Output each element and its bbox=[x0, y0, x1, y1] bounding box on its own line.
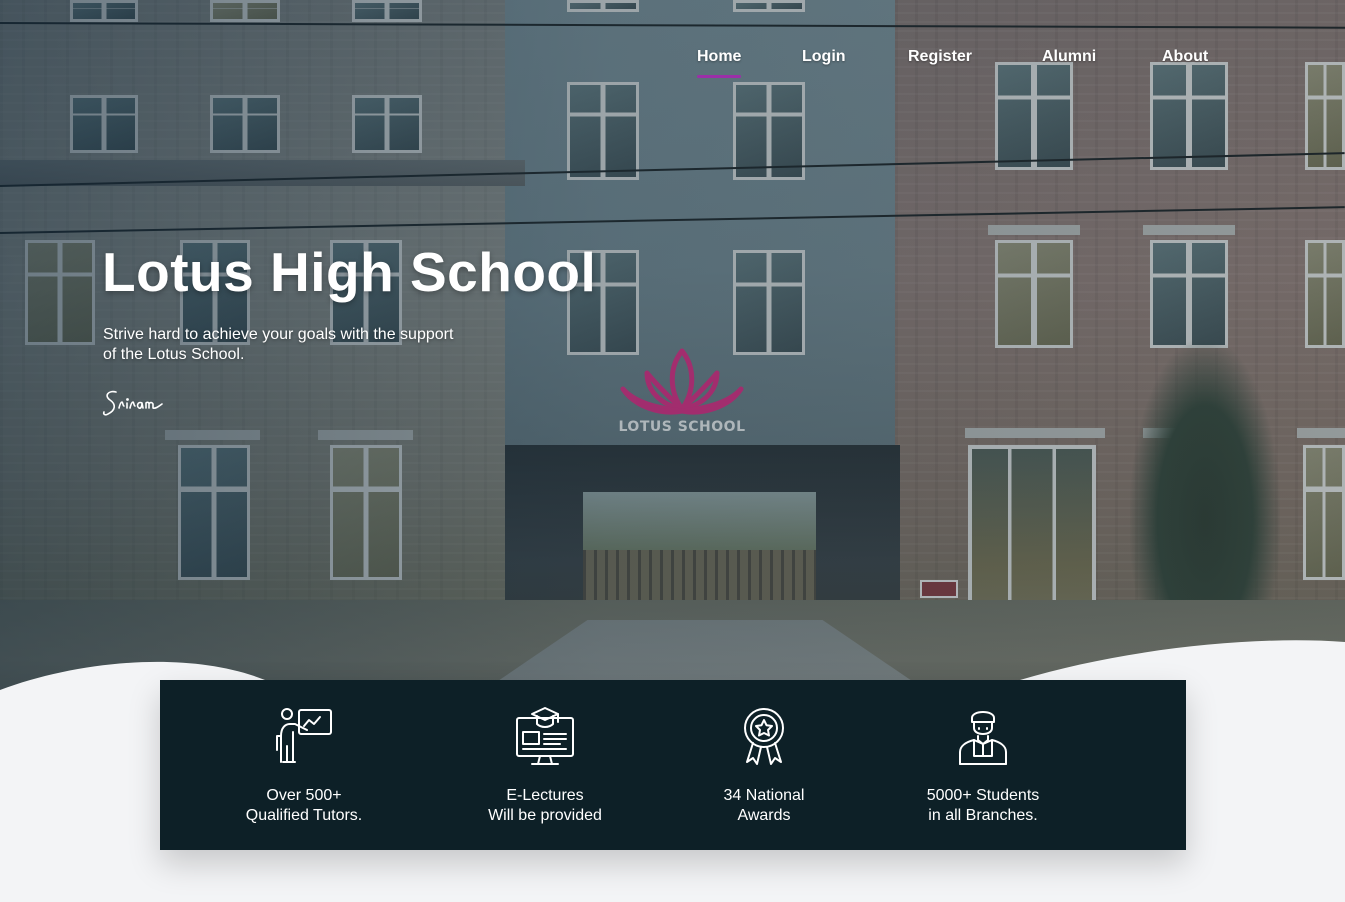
stat-electures: E-Lectures Will be provided bbox=[445, 680, 645, 850]
signature-sriram bbox=[102, 390, 163, 416]
lotus-icon bbox=[620, 348, 744, 415]
award-medal-icon bbox=[744, 708, 784, 765]
student-icon bbox=[959, 711, 1007, 765]
stat-awards-line1: 34 National bbox=[723, 787, 805, 804]
stat-electures-line2: Will be provided bbox=[488, 807, 602, 824]
nav-home-label: Home bbox=[697, 48, 742, 65]
e-lecture-monitor-icon bbox=[516, 707, 574, 765]
stat-electures-line1: E-Lectures bbox=[506, 787, 584, 804]
stats-panel: Over 500+ Qualified Tutors. E-Lectures W… bbox=[160, 680, 1186, 850]
stat-students-line1: 5000+ Students bbox=[926, 787, 1040, 804]
nav-home[interactable]: Home bbox=[697, 48, 742, 78]
stat-tutors: Over 500+ Qualified Tutors. bbox=[204, 680, 404, 850]
tutor-whiteboard-icon bbox=[276, 708, 332, 763]
logo-text: LOTUS SCHOOL bbox=[618, 419, 746, 435]
nav-register-label: Register bbox=[908, 48, 973, 65]
nav-alumni-label: Alumni bbox=[1042, 48, 1097, 65]
nav-active-indicator bbox=[697, 75, 742, 78]
stat-students: 5000+ Students in all Branches. bbox=[883, 680, 1083, 850]
stat-awards-line2: Awards bbox=[737, 807, 791, 824]
nav-register[interactable]: Register bbox=[908, 48, 972, 66]
stat-tutors-line2: Qualified Tutors. bbox=[245, 807, 363, 824]
nav-about-label: About bbox=[1162, 48, 1209, 65]
stat-awards: 34 National Awards bbox=[664, 680, 864, 850]
nav-login-label: Login bbox=[802, 48, 846, 65]
stat-tutors-line1: Over 500+ bbox=[266, 787, 342, 804]
school-logo: LOTUS SCHOOL bbox=[612, 345, 752, 445]
nav-alumni[interactable]: Alumni bbox=[1042, 48, 1096, 66]
hero-title: Lotus High School bbox=[102, 241, 597, 303]
hero-subtitle: Strive hard to achieve your goals with t… bbox=[103, 326, 454, 363]
stat-students-line2: in all Branches. bbox=[928, 807, 1038, 824]
nav-login[interactable]: Login bbox=[802, 48, 846, 66]
main-nav: Home Login Register Alumni About bbox=[0, 48, 1345, 88]
nav-about[interactable]: About bbox=[1162, 48, 1208, 66]
